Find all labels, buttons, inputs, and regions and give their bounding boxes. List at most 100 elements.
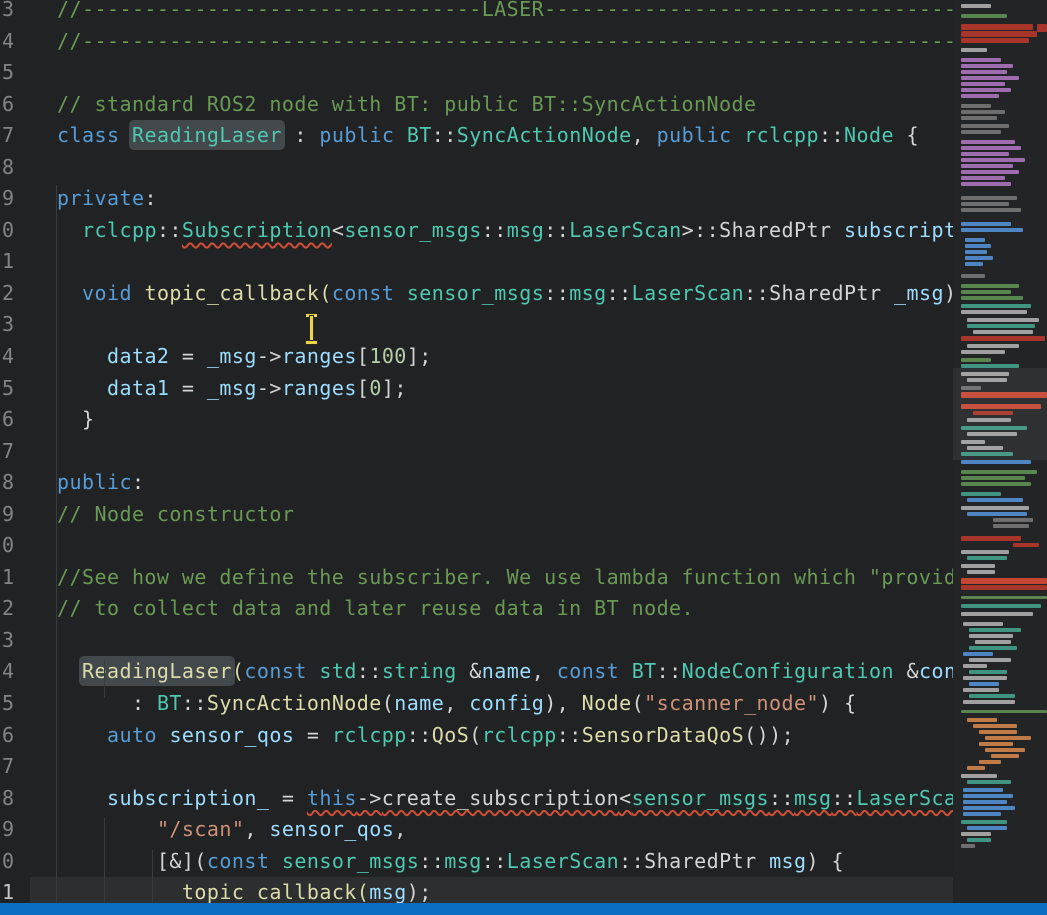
minimap-line <box>961 284 1019 288</box>
line-number[interactable]: 1 <box>0 562 30 594</box>
minimap-line <box>961 482 1031 486</box>
code-line[interactable]: // standard ROS2 node with BT: public BT… <box>0 89 953 121</box>
code-line[interactable] <box>0 246 953 278</box>
code-line[interactable]: public: <box>0 467 953 499</box>
line-number[interactable]: 6 <box>0 404 30 436</box>
line-number[interactable]: 7 <box>0 120 30 152</box>
code-token: :: <box>482 218 507 242</box>
line-number[interactable]: 5 <box>0 688 30 720</box>
line-number[interactable]: 5 <box>0 57 30 89</box>
code-line[interactable]: //--------------------------------LASER-… <box>0 0 953 26</box>
code-line[interactable]: } <box>0 404 953 436</box>
code-line[interactable] <box>0 530 953 562</box>
code-line[interactable]: private: <box>0 183 953 215</box>
minimap-line <box>961 296 1023 300</box>
code-token: SharedPtr <box>769 281 881 305</box>
code-token: LaserScan <box>632 281 744 305</box>
line-number[interactable]: 1 <box>0 246 30 278</box>
code-line[interactable]: auto sensor_qos = rclcpp::QoS(rclcpp::Se… <box>0 720 953 752</box>
minimap-line <box>961 110 1005 114</box>
line-number[interactable]: 0 <box>0 530 30 562</box>
line-number[interactable]: 4 <box>0 341 30 373</box>
line-number[interactable]: 0 <box>0 215 30 247</box>
code-line[interactable]: //--------------------------------------… <box>0 26 953 58</box>
code-token: data2 <box>107 344 169 368</box>
line-number[interactable]: 2 <box>0 593 30 625</box>
code-line[interactable] <box>0 309 953 341</box>
minimap-line <box>967 512 1027 516</box>
code-token: name <box>482 659 532 683</box>
code-line[interactable]: : BT::SyncActionNode(name, config), Node… <box>0 688 953 720</box>
minimap-line <box>961 578 1047 584</box>
minimap-slider[interactable] <box>953 368 1047 460</box>
minimap-line <box>961 222 1011 226</box>
line-number[interactable]: 7 <box>0 436 30 468</box>
line-number[interactable]: 8 <box>0 152 30 184</box>
line-number[interactable]: 2 <box>0 278 30 310</box>
minimap-line <box>967 718 997 722</box>
code-token: topic_callback( <box>144 281 331 305</box>
minimap-line <box>967 318 1039 322</box>
code-token: LaserScan <box>507 849 619 873</box>
code-line[interactable] <box>0 152 953 184</box>
code-token: const <box>244 659 306 683</box>
code-token: :: <box>157 218 182 242</box>
code-line[interactable]: topic_callback(msg); <box>0 877 953 903</box>
code-line[interactable]: subscription_ = this->create_subscriptio… <box>0 783 953 815</box>
line-number[interactable]: 8 <box>0 467 30 499</box>
code-line[interactable] <box>0 625 953 657</box>
code-line[interactable]: "/scan", sensor_qos, <box>0 814 953 846</box>
code-line[interactable]: data2 = _msg->ranges[100]; <box>0 341 953 373</box>
code-line[interactable]: // to collect data and later reuse data … <box>0 593 953 625</box>
line-number[interactable]: 1 <box>0 877 30 903</box>
code-token: const <box>332 281 394 305</box>
line-number[interactable]: 3 <box>0 625 30 657</box>
code-token: // Node constructor <box>57 502 294 526</box>
line-number[interactable]: 0 <box>0 846 30 878</box>
code-area[interactable]: //--------------------------------LASER-… <box>0 0 953 903</box>
minimap-line <box>1037 24 1047 32</box>
code-line[interactable]: class ReadingLaser : public BT::SyncActi… <box>0 120 953 152</box>
code-token: : <box>132 470 145 494</box>
code-line[interactable]: // Node constructor <box>0 499 953 531</box>
minimap-line <box>961 31 1037 37</box>
code-line[interactable] <box>0 57 953 89</box>
code-line[interactable] <box>0 751 953 783</box>
line-number[interactable]: 3 <box>0 309 30 341</box>
code-token: data1 <box>107 376 169 400</box>
line-number[interactable]: 3 <box>0 0 30 26</box>
code-token: & <box>894 659 919 683</box>
line-number[interactable]: 9 <box>0 499 30 531</box>
line-number[interactable]: 4 <box>0 26 30 58</box>
line-number-gutter[interactable]: 34567890123456789012345678901 <box>0 0 30 903</box>
line-number[interactable]: 6 <box>0 720 30 752</box>
code-token <box>57 344 107 368</box>
code-token: sensor_msgs <box>632 786 769 810</box>
minimap-line <box>961 4 991 8</box>
line-number[interactable]: 6 <box>0 89 30 121</box>
code-token: subscription_; <box>844 218 953 242</box>
code-line[interactable]: [&](const sensor_msgs::msg::LaserScan::S… <box>0 846 953 878</box>
code-line[interactable]: data1 = _msg->ranges[0]; <box>0 373 953 405</box>
code-line[interactable] <box>0 436 953 468</box>
line-number[interactable]: 5 <box>0 373 30 405</box>
line-number[interactable]: 8 <box>0 783 30 815</box>
line-number[interactable]: 9 <box>0 183 30 215</box>
minimap-line <box>961 196 1017 200</box>
code-line[interactable]: ReadingLaser(const std::string &name, co… <box>0 656 953 688</box>
code-token: { <box>894 123 919 147</box>
status-bar[interactable] <box>0 903 1047 915</box>
code-token <box>119 123 132 147</box>
minimap-line <box>961 228 1023 232</box>
code-line[interactable]: rclcpp::Subscription<sensor_msgs::msg::L… <box>0 215 953 247</box>
line-number[interactable]: 7 <box>0 751 30 783</box>
code-token: ( <box>382 691 395 715</box>
code-line[interactable]: //See how we define the subscriber. We u… <box>0 562 953 594</box>
code-token: , <box>444 691 469 715</box>
minimap[interactable] <box>953 0 1047 903</box>
code-line[interactable]: void topic_callback(const sensor_msgs::m… <box>0 278 953 310</box>
indent-guide <box>56 185 57 903</box>
code-token: ) { <box>807 849 844 873</box>
line-number[interactable]: 4 <box>0 656 30 688</box>
line-number[interactable]: 9 <box>0 814 30 846</box>
